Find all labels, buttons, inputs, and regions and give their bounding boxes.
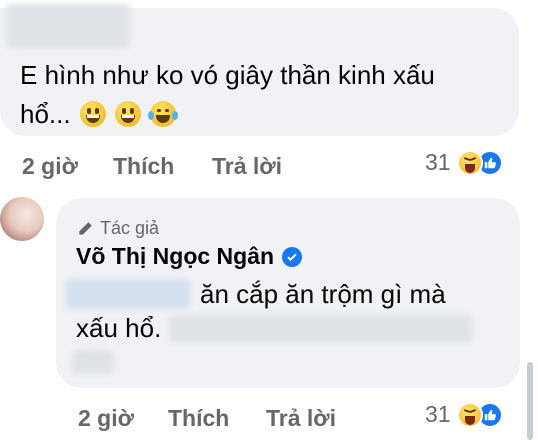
comment-time: 2 giờ: [22, 153, 78, 179]
comment-text-line2-text: hổ...: [20, 99, 71, 129]
author-name[interactable]: Võ Thị Ngọc Ngân: [76, 243, 303, 270]
comment-text-line1: E hình như ko vó giây thần kinh xấu: [20, 60, 435, 90]
haha-icon: [456, 401, 483, 428]
blurred-mention: [66, 279, 190, 309]
scrollbar[interactable]: [527, 362, 533, 440]
author-name-text: Võ Thị Ngọc Ngân: [76, 243, 275, 269]
blurred-commenter-name: [6, 4, 130, 48]
pencil-icon: [79, 221, 92, 235]
verified-badge-icon: [282, 246, 303, 267]
reply-reply-button[interactable]: Trả lời: [266, 405, 336, 432]
author-badge: Tác giả: [76, 218, 159, 239]
reaction-count: 31: [425, 401, 451, 427]
blurred-text: [170, 315, 472, 343]
reply-button[interactable]: Trả lời: [212, 153, 282, 180]
reply-reactions-summary[interactable]: 31: [425, 401, 503, 428]
author-avatar[interactable]: [0, 197, 44, 241]
reply-text-line1: ăn cắp ăn trộm gì mà: [200, 279, 446, 309]
reaction-count: 31: [425, 149, 451, 175]
grinning-face-icon: [79, 101, 106, 127]
haha-icon: [456, 149, 483, 176]
reply-time: 2 giờ: [78, 405, 134, 431]
reply-text-line2: xấu hổ.: [76, 313, 162, 343]
reactions-summary[interactable]: 31: [425, 149, 503, 176]
grinning-face-icon: [115, 101, 142, 127]
tears-of-joy-icon: [148, 101, 179, 127]
author-badge-label: Tác giả: [100, 218, 160, 238]
reply-like-button[interactable]: Thích: [168, 405, 229, 432]
blurred-text: [72, 350, 114, 374]
comment-text-line2: hổ...: [20, 98, 179, 130]
like-button[interactable]: Thích: [113, 153, 174, 180]
